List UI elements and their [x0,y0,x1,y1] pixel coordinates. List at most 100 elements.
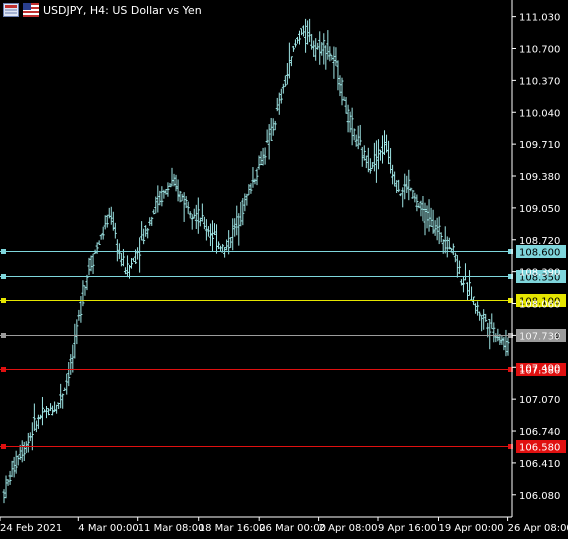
ohlc-bar [170,167,174,187]
ohlc-bar [10,460,14,478]
ohlc-bar [229,237,233,248]
ohlc-bar [445,236,449,258]
ohlc-bar [318,31,322,65]
ohlc-bar [279,88,283,104]
ohlc-bar [415,194,419,212]
ohlc-bar [374,140,378,183]
ohlc-bar [146,227,150,239]
ohlc-bar [380,135,384,164]
ohlc-bar [152,209,156,215]
level-line[interactable]: 107.380 [0,363,566,377]
ohlc-bar [109,206,113,225]
ohlc-bar [478,311,482,321]
level-line[interactable]: 106.580 [0,440,566,454]
level-line[interactable]: 108.600 [0,245,566,259]
ohlc-bar [235,205,239,236]
ohlc-bar [358,124,362,146]
time-tick-label: 26 Apr 08:00 [508,523,568,534]
ohlc-bar [304,18,308,53]
ohlc-bar [439,232,443,243]
ohlc-bar [233,218,237,237]
ohlc-bar [344,96,348,114]
ohlc-bar [45,405,49,419]
ohlc-bar [101,226,105,240]
ohlc-bar [395,180,399,193]
price-axis: 106.080 106.410 106.740 107.070 107.400 107.7… [511,0,560,517]
ohlc-bar [77,309,81,321]
ohlc-bar [227,230,231,255]
level-handle[interactable] [1,333,6,338]
ohlc-bar [283,75,287,87]
ohlc-bar [194,204,198,229]
ohlc-bar [65,373,69,395]
time-tick-label: 2 Apr 08:00 [319,523,378,534]
ohlc-bar [180,193,184,202]
ohlc-bar [342,96,346,101]
ohlc-bar [453,252,457,263]
level-line[interactable]: 108.350 [0,270,566,284]
level-price-label: 108.600 [519,248,560,259]
ohlc-bar [160,186,164,207]
ohlc-bar [40,396,44,426]
ohlc-bar [215,224,219,254]
time-tick-label: 9 Apr 16:00 [378,523,437,534]
level-line[interactable]: 108.100 [0,294,566,308]
ohlc-bar [144,225,148,237]
ohlc-bar [34,420,38,433]
ohlc-bar [425,205,429,229]
ohlc-bar [115,239,119,262]
ohlc-bar [350,107,354,146]
ohlc-bar [506,337,510,356]
level-handle[interactable] [1,444,6,449]
level-handle[interactable] [1,298,6,303]
ohlc-bar [368,158,372,174]
ohlc-bar [81,280,85,307]
ohlc-bar [391,164,395,185]
ohlc-bar [95,242,99,254]
ohlc-bar [231,218,235,251]
ohlc-bar [362,145,366,161]
ohlc-bar [298,30,302,45]
ohlc-bar [158,190,162,206]
ohlc-bar [55,404,59,414]
ohlc-bar [356,125,360,150]
ohlc-bar [174,174,178,192]
ohlc-bar [57,402,61,410]
ohlc-bar [16,455,20,466]
ohlc-bar [468,270,472,296]
level-line[interactable]: 107.734 [0,329,566,343]
ohlc-bar [26,432,30,453]
level-handle[interactable] [1,274,6,279]
ohlc-bar [63,387,67,392]
ohlc-bar [409,187,413,192]
ohlc-bar [316,42,320,50]
level-handle[interactable] [1,249,6,254]
ohlc-bar [271,118,275,136]
time-tick-label: 18 Mar 16:00 [199,523,266,534]
ohlc-bar [492,322,496,343]
ohlc-bar [285,63,289,85]
ohlc-bar [132,257,136,262]
price-tick-label: 108.060 [519,300,560,311]
ohlc-bar [455,255,459,278]
ohlc-bar [212,223,216,236]
ohlc-bar [465,282,469,301]
ohlc-bar [69,354,73,375]
ohlc-bar [8,470,12,485]
ohlc-bar [360,146,364,167]
time-tick-label: 4 Mar 00:00 [78,523,138,534]
ohlc-bar [20,440,24,463]
ohlc-bar [437,216,441,245]
ohlc-bar [249,183,253,194]
price-tick-label: 111.030 [519,13,560,24]
ohlc-bar [265,129,269,144]
ohlc-bar [4,475,8,499]
price-tick-label: 110.700 [519,45,560,56]
ohlc-bar [125,255,129,278]
ohlc-bar [364,155,368,169]
ohlc-bar [306,20,310,45]
ohlc-bar [482,309,486,330]
level-handle[interactable] [1,367,6,372]
price-chart[interactable]: 108.600 108.350 108.100 107.734 107.380 106.5… [0,0,568,539]
ohlc-bar [387,140,391,165]
